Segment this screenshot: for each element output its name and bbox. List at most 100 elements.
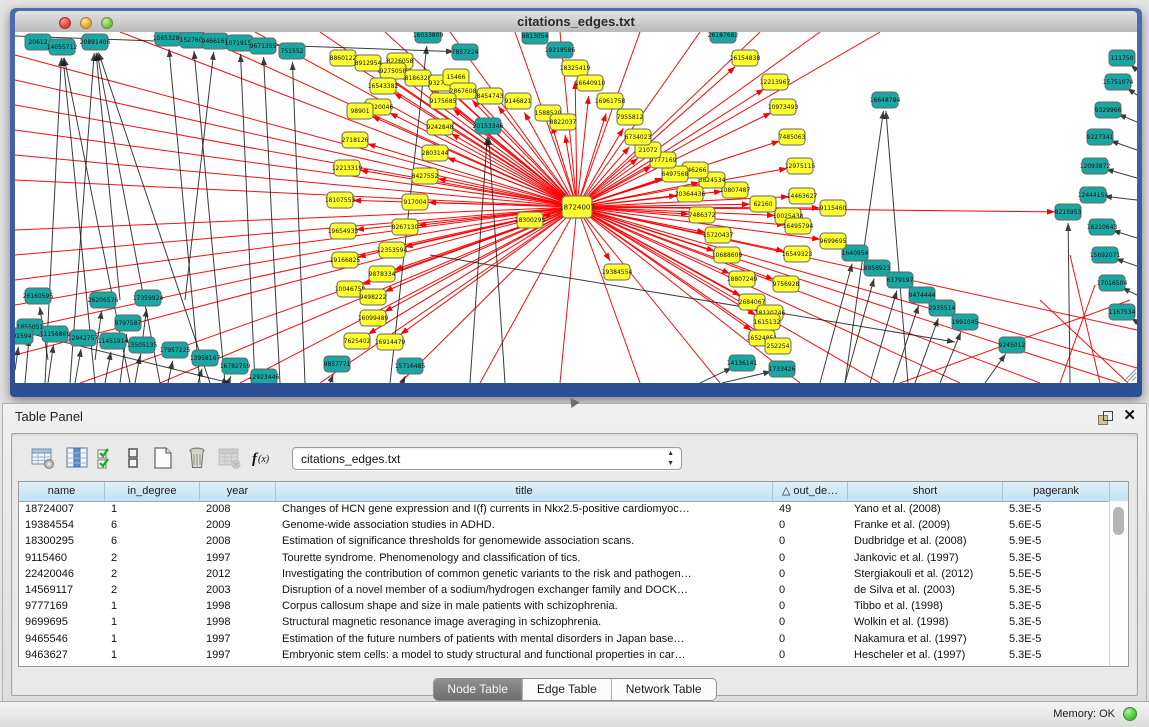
graph-node-label: 2803144: [422, 150, 449, 157]
stacked-rows-icon[interactable]: [120, 445, 146, 471]
select-rows-icon[interactable]: [94, 445, 120, 471]
resize-grip-icon[interactable]: [1124, 369, 1136, 381]
window-titlebar[interactable]: citations_edges.txt: [15, 11, 1137, 33]
scrollbar-thumb[interactable]: [1113, 507, 1124, 535]
graph-node-label: 9242848: [427, 124, 454, 131]
red-edge: [15, 207, 577, 280]
cell-year: 2008: [200, 533, 276, 549]
graph-node-label: 252254: [767, 343, 790, 350]
column-header-title[interactable]: title: [276, 482, 773, 501]
black-citation-edge: [722, 371, 771, 383]
graph-node-label: 17016504: [1097, 280, 1128, 287]
black-citation-edge: [194, 51, 225, 383]
cell-in_degree: 2: [105, 550, 200, 566]
red-edge: [577, 207, 640, 383]
graph-node-label: 12444154: [1078, 192, 1109, 199]
table-row[interactable]: 2242004622012Investigating the contribut…: [19, 566, 1110, 582]
graph-node-label: 10688609: [712, 252, 743, 259]
delete-column-icon[interactable]: [184, 445, 210, 471]
cell-title: Disruption of a novel member of a sodium…: [276, 582, 773, 598]
cell-in_degree: 2: [105, 566, 200, 582]
graph-node-label: 16495794: [783, 223, 814, 230]
table-row[interactable]: 1830029562008Estimation of significance …: [19, 533, 1110, 549]
graph-node-label: 16099489: [358, 315, 389, 322]
table-row[interactable]: 946554611997Estimation of the future num…: [19, 631, 1110, 647]
graph-node-label: 9146821: [505, 98, 532, 105]
graph-node-label: 16914479: [375, 339, 406, 346]
table-panel-header: Table Panel ✕: [3, 404, 1146, 430]
cell-pagerank: 5.3E-5: [1003, 550, 1110, 566]
table-selector-dropdown[interactable]: citations_edges.txt ▲▼: [292, 447, 682, 470]
table-toolbar: citations_edges.txt ▲▼ f(x): [12, 442, 1137, 474]
import-table-icon[interactable]: [216, 445, 242, 471]
graph-node-label: 2935514: [929, 305, 956, 312]
cell-pagerank: 5.9E-5: [1003, 533, 1110, 549]
dropdown-stepper-icon: ▲▼: [667, 449, 674, 469]
table-row[interactable]: 1938455462009Genome-wide association stu…: [19, 517, 1110, 533]
cell-pagerank: 5.5E-5: [1003, 566, 1110, 582]
graph-node-label: 62160: [753, 201, 772, 208]
graph-node-label: 111750: [1111, 55, 1134, 62]
graph-node-label: 15720437: [703, 232, 734, 239]
table-row[interactable]: 911546021997Tourette syndrome. Phenomeno…: [19, 550, 1110, 566]
cell-out_de: 0: [773, 614, 848, 630]
table-row[interactable]: 977716911998Corpus callosum shape and si…: [19, 598, 1110, 614]
black-citation-edge: [402, 376, 405, 383]
network-view-window: citations_edges.txt 20612140557122089140…: [10, 8, 1142, 397]
cell-pagerank: 5.3E-5: [1003, 631, 1110, 647]
graph-node-label: 9115460: [820, 205, 847, 212]
graph-node-label: 15692071: [1090, 252, 1121, 259]
citation-network-graph[interactable]: 2061214055712208914061065328715276029466…: [15, 32, 1137, 383]
table-options-icon[interactable]: [30, 445, 56, 471]
graph-node-label: 16549323: [782, 251, 813, 258]
hub-node-label: 18724007: [559, 204, 595, 212]
graph-node-label: 6734023: [625, 134, 652, 141]
float-panel-icon[interactable]: [1098, 411, 1112, 425]
table-row[interactable]: 1872400712008Changes of HCN gene express…: [19, 501, 1110, 517]
cell-short: Nakamura et al. (1997): [848, 631, 1003, 647]
graph-node-label: 16033809: [413, 32, 444, 39]
black-citation-edge: [1106, 169, 1137, 178]
column-header-name[interactable]: name: [19, 482, 105, 501]
network-canvas[interactable]: 2061214055712208914061065328715276029466…: [15, 32, 1137, 383]
graph-node-label: 12975115: [785, 163, 816, 170]
cell-name: 14569117: [19, 582, 105, 598]
graph-node-label: 20364436: [675, 191, 706, 198]
new-column-icon[interactable]: [150, 445, 176, 471]
graph-node-label: 17957225: [160, 347, 191, 354]
graph-node-label: 19654935: [328, 228, 359, 235]
black-citation-edge: [470, 137, 487, 383]
cell-pagerank: 5.3E-5: [1003, 501, 1110, 517]
black-citation-edge: [292, 62, 305, 383]
column-visibility-icon[interactable]: [64, 445, 90, 471]
column-header-out_de[interactable]: △ out_de…: [773, 482, 848, 501]
memory-status-indicator: [1123, 707, 1137, 721]
column-header-year[interactable]: year: [200, 482, 276, 501]
tab-node-table[interactable]: Node Table: [433, 679, 522, 700]
black-citation-edge: [15, 347, 18, 370]
table-scrollbar[interactable]: [1109, 501, 1128, 666]
tab-network-table[interactable]: Network Table: [611, 679, 716, 700]
close-panel-icon[interactable]: ✕: [1123, 408, 1136, 424]
column-header-pagerank[interactable]: pagerank: [1003, 482, 1110, 501]
black-citation-edge: [168, 361, 173, 383]
graph-node-label: 9699695: [820, 238, 847, 245]
table-row[interactable]: 946362711997Embryonic stem cells: a mode…: [19, 647, 1110, 663]
function-builder-icon[interactable]: f(x): [250, 445, 276, 471]
column-header-in_degree[interactable]: in_degree: [105, 482, 200, 501]
cell-out_de: 0: [773, 631, 848, 647]
cell-year: 1998: [200, 614, 276, 630]
node-table: namein_degreeyeartitle△ out_de…shortpage…: [18, 481, 1129, 667]
cell-short: Dudbridge et al. (2008): [848, 533, 1003, 549]
cell-name: 9777169: [19, 598, 105, 614]
cell-pagerank: 5.3E-5: [1003, 598, 1110, 614]
graph-node-label: 7955812: [617, 114, 644, 121]
table-row[interactable]: 969969511998Structural magnetic resonanc…: [19, 614, 1110, 630]
memory-status-label: Memory: OK: [1053, 708, 1115, 720]
table-row[interactable]: 1456911722003Disruption of a novel membe…: [19, 582, 1110, 598]
tab-edge-table[interactable]: Edge Table: [522, 679, 611, 700]
graph-node-label: 7486372: [689, 212, 716, 219]
graph-node-label: 1615132: [754, 319, 781, 326]
column-header-short[interactable]: short: [848, 482, 1003, 501]
graph-node-label: 9275058: [380, 68, 407, 75]
